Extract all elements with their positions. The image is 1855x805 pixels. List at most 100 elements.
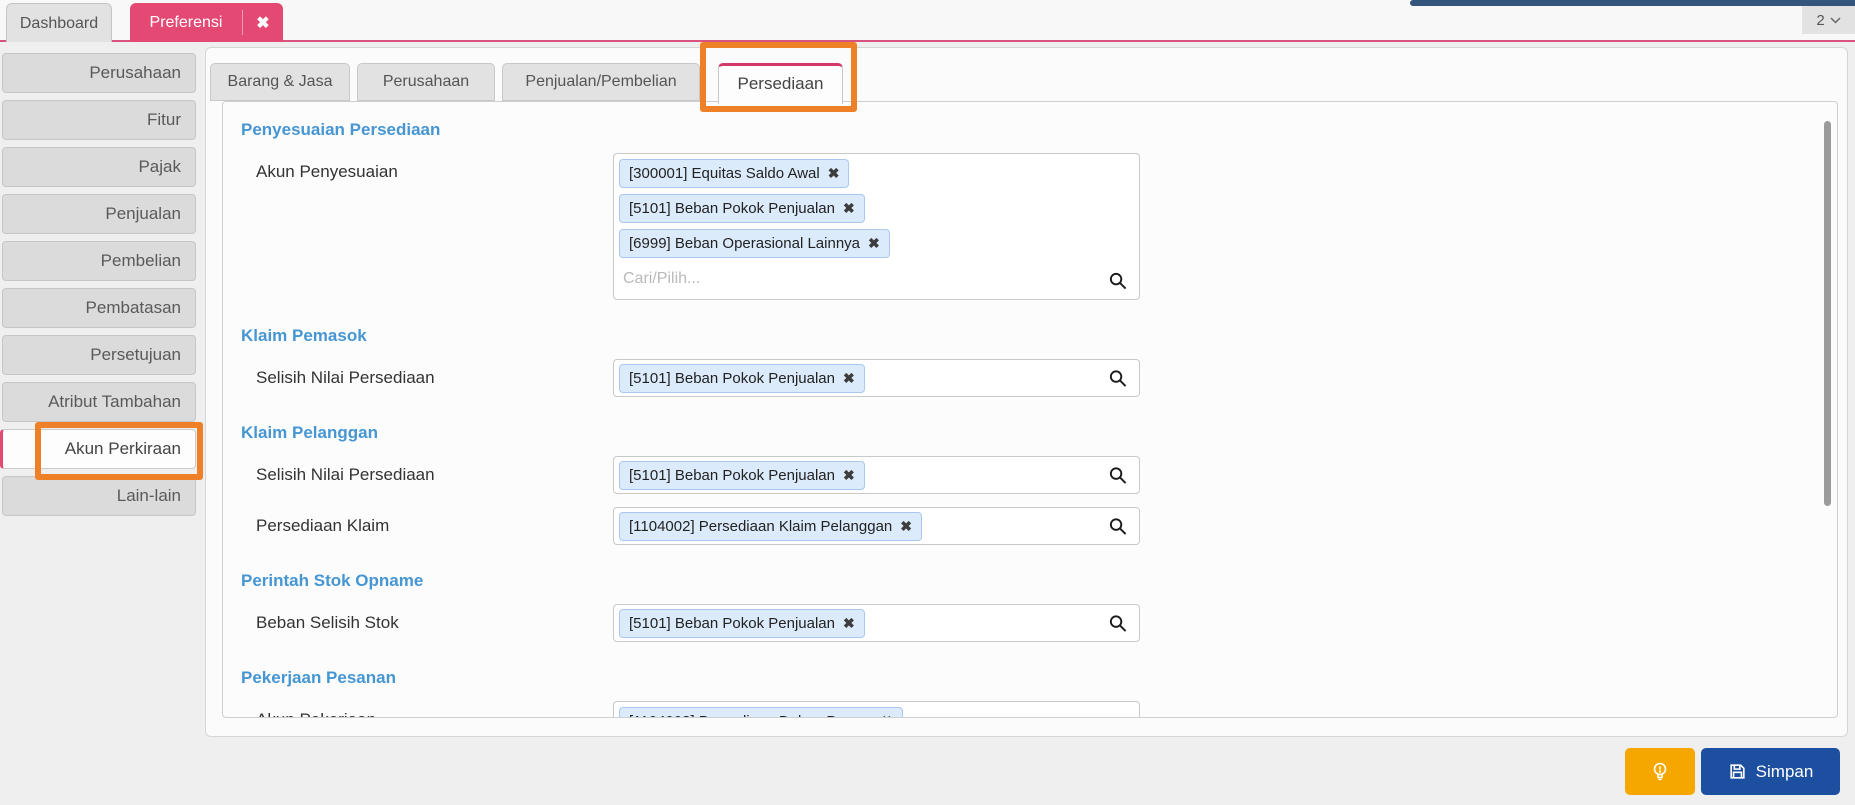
save-button[interactable]: Simpan	[1701, 748, 1840, 795]
field-label: Beban Selisih Stok	[256, 613, 399, 632]
window-tab-label: Dashboard	[19, 15, 99, 32]
window-tab-dashboard[interactable]: Dashboard	[6, 3, 112, 42]
content-tab-label: Persediaan	[737, 74, 824, 93]
account-tag[interactable]: [5101] Beban Pokok Penjualan ✖	[619, 608, 865, 638]
sidebar-item-persetujuan[interactable]: Persetujuan	[2, 335, 196, 375]
save-floppy-icon	[1730, 764, 1745, 779]
search-icon[interactable]	[1108, 271, 1127, 290]
save-button-label: Simpan	[1755, 761, 1814, 781]
preferences-sidebar: Perusahaan Fitur Pajak Penjualan Pembeli…	[0, 53, 197, 523]
section-klaim-pemasok: Klaim Pemasok Selisih Nilai Persediaan […	[223, 326, 1837, 397]
field-row: Beban Selisih Stok [5101] Beban Pokok Pe…	[223, 604, 1837, 642]
account-select-selisih-nilai-persediaan[interactable]: [5101] Beban Pokok Penjualan ✖	[613, 456, 1140, 494]
content-tab-label: Perusahaan	[382, 73, 470, 90]
search-placeholder: Cari/Pilih...	[623, 270, 701, 287]
section-klaim-pelanggan: Klaim Pelanggan Selisih Nilai Persediaan…	[223, 423, 1837, 545]
sidebar-item-pajak[interactable]: Pajak	[2, 147, 196, 187]
content-tab-barang-jasa[interactable]: Barang & Jasa	[210, 63, 350, 101]
window-tab-strip: Dashboard Preferensi ✖ 2	[0, 0, 1855, 42]
account-tag-label: [1104003] Persediaan Dalam Proses	[629, 713, 873, 717]
account-tag[interactable]: [1104002] Persediaan Klaim Pelanggan ✖	[619, 511, 922, 541]
content-tab-label: Barang & Jasa	[227, 73, 333, 90]
sidebar-item-perusahaan[interactable]: Perusahaan	[2, 53, 196, 93]
sidebar-item-pembatasan[interactable]: Pembatasan	[2, 288, 196, 328]
tag-remove-icon[interactable]: ✖	[843, 467, 855, 484]
search-icon[interactable]	[1108, 466, 1127, 485]
content-tab-bar: Barang & Jasa Perusahaan Penjualan/Pembe…	[210, 63, 843, 104]
field-label: Selisih Nilai Persediaan	[256, 465, 435, 484]
section-title: Klaim Pelanggan	[241, 423, 378, 442]
tag-remove-icon[interactable]: ✖	[828, 165, 840, 182]
close-tab-icon[interactable]: ✖	[242, 10, 283, 35]
account-tag[interactable]: [1104003] Persediaan Dalam Proses ✖	[619, 707, 903, 717]
tag-remove-icon[interactable]: ✖	[843, 200, 855, 217]
sidebar-item-label: Lain-lain	[116, 486, 181, 505]
sidebar-item-akun-perkiraan[interactable]: Akun Perkiraan	[0, 429, 196, 469]
field-label: Selisih Nilai Persediaan	[256, 368, 435, 387]
account-select-akun-pekerjaan[interactable]: [1104003] Persediaan Dalam Proses ✖ Cari…	[613, 701, 1140, 717]
account-tag[interactable]: [5101] Beban Pokok Penjualan ✖	[619, 363, 865, 393]
account-tag-label: [6999] Beban Operasional Lainnya	[629, 235, 861, 252]
field-row: Selisih Nilai Persediaan [5101] Beban Po…	[223, 359, 1837, 397]
sidebar-item-label: Akun Perkiraan	[64, 439, 181, 458]
sidebar-item-label: Penjualan	[105, 204, 181, 223]
account-tag-label: [5101] Beban Pokok Penjualan	[629, 200, 835, 217]
search-icon[interactable]	[1108, 614, 1127, 633]
content-tab-label: Penjualan/Pembelian	[525, 73, 677, 90]
selected-tags: [5101] Beban Pokok Penjualan ✖	[619, 460, 865, 490]
selected-tags: [5101] Beban Pokok Penjualan ✖	[619, 363, 865, 393]
tag-remove-icon[interactable]: ✖	[881, 713, 893, 717]
section-penyesuaian-persediaan: Penyesuaian Persediaan Akun Penyesuaian …	[223, 120, 1837, 300]
sidebar-item-pembelian[interactable]: Pembelian	[2, 241, 196, 281]
sidebar-item-label: Pembatasan	[85, 298, 181, 317]
section-perintah-stok-opname: Perintah Stok Opname Beban Selisih Stok …	[223, 571, 1837, 642]
account-tag-label: [5101] Beban Pokok Penjualan	[629, 369, 835, 387]
account-select-persediaan-klaim[interactable]: [1104002] Persediaan Klaim Pelanggan ✖	[613, 507, 1140, 545]
selected-tags: [1104003] Persediaan Dalam Proses ✖	[619, 707, 1099, 717]
tag-remove-icon[interactable]: ✖	[843, 615, 855, 632]
sidebar-item-label: Persetujuan	[90, 345, 181, 364]
tag-remove-icon[interactable]: ✖	[843, 370, 855, 387]
section-pekerjaan-pesanan: Pekerjaan Pesanan Akun Pekerjaan [110400…	[223, 668, 1837, 717]
selected-tags: [5101] Beban Pokok Penjualan ✖	[619, 608, 865, 638]
window-tab-label: Preferensi	[149, 13, 223, 31]
tag-remove-icon[interactable]: ✖	[900, 518, 912, 535]
account-tag-label: [5101] Beban Pokok Penjualan	[629, 614, 835, 632]
account-tag-label: [5101] Beban Pokok Penjualan	[629, 466, 835, 484]
content-tab-perusahaan[interactable]: Perusahaan	[357, 63, 495, 101]
sidebar-item-label: Perusahaan	[89, 63, 181, 82]
sidebar-item-lain-lain[interactable]: Lain-lain	[2, 476, 196, 516]
session-count-dropdown[interactable]: 2	[1802, 6, 1855, 34]
account-tag[interactable]: [5101] Beban Pokok Penjualan ✖	[619, 194, 865, 223]
sidebar-item-atribut-tambahan[interactable]: Atribut Tambahan	[2, 382, 196, 422]
sidebar-item-fitur[interactable]: Fitur	[2, 100, 196, 140]
settings-scroll-panel: Penyesuaian Persediaan Akun Penyesuaian …	[222, 101, 1838, 718]
account-tag-label: [300001] Equitas Saldo Awal	[629, 165, 820, 182]
top-banner-bar	[1410, 0, 1855, 6]
account-tag[interactable]: [5101] Beban Pokok Penjualan ✖	[619, 460, 865, 490]
account-select-selisih-nilai-persediaan[interactable]: [5101] Beban Pokok Penjualan ✖	[613, 359, 1140, 397]
window-tab-preferensi[interactable]: Preferensi ✖	[130, 3, 283, 42]
selected-tags: [1104002] Persediaan Klaim Pelanggan ✖	[619, 511, 922, 541]
field-label: Akun Pekerjaan	[223, 701, 613, 717]
account-tag-label: [1104002] Persediaan Klaim Pelanggan	[629, 517, 893, 535]
section-title: Klaim Pemasok	[241, 326, 367, 345]
account-select-beban-selisih-stok[interactable]: [5101] Beban Pokok Penjualan ✖	[613, 604, 1140, 642]
hint-button[interactable]	[1625, 748, 1695, 795]
tag-remove-icon[interactable]: ✖	[868, 235, 880, 252]
account-tag[interactable]: [300001] Equitas Saldo Awal ✖	[619, 159, 850, 188]
lightbulb-icon	[1653, 762, 1667, 780]
vertical-scrollbar[interactable]	[1824, 121, 1831, 506]
search-icon[interactable]	[1108, 369, 1127, 388]
content-tab-penjualan-pembelian[interactable]: Penjualan/Pembelian	[502, 63, 700, 101]
account-tag[interactable]: [6999] Beban Operasional Lainnya ✖	[619, 229, 890, 258]
content-tab-persediaan[interactable]: Persediaan	[718, 63, 843, 104]
field-row: Persediaan Klaim [1104002] Persediaan Kl…	[223, 507, 1837, 545]
search-icon[interactable]	[1108, 517, 1127, 536]
selected-tags: [300001] Equitas Saldo Awal ✖ [5101] Beb…	[619, 159, 1099, 258]
sidebar-item-label: Fitur	[147, 110, 181, 129]
search-row[interactable]: Cari/Pilih...	[619, 264, 1099, 294]
sidebar-item-penjualan[interactable]: Penjualan	[2, 194, 196, 234]
account-select-akun-penyesuaian[interactable]: [300001] Equitas Saldo Awal ✖ [5101] Beb…	[613, 153, 1140, 300]
field-label: Persediaan Klaim	[256, 516, 390, 535]
